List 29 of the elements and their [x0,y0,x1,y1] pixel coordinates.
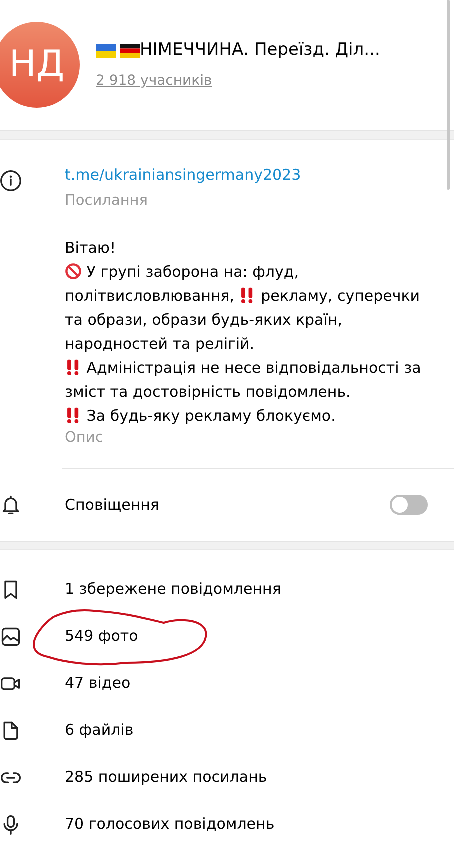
group-title: НІМЕЧЧИНА. Переїзд. Діл... [140,38,380,62]
description-text: політвисловлювання, [65,287,235,306]
description-caption: Опис [65,429,104,448]
group-avatar: НД [0,22,80,108]
image-icon [0,626,22,648]
notifications-label: Сповіщення [65,494,160,516]
germany-flag-icon [120,44,140,58]
media-count-item[interactable]: 285 поширених посилань [65,766,268,789]
media-count-item[interactable]: 549 фото [65,625,138,648]
group-link[interactable]: t.me/ukrainiansingermany2023 [65,164,422,186]
description-text: Адміністрація не несе відповідальності за [86,359,422,378]
media-count-item[interactable]: 6 файлів [65,719,134,742]
info-icon [0,170,22,192]
description-text: За будь-яку рекламу блокуємо. [86,407,336,426]
scrollbar[interactable] [447,0,450,190]
description-text: зміст та достовірність повідомлень. [65,383,351,402]
link-caption: Посилання [65,192,150,210]
notifications-toggle[interactable] [390,495,428,515]
bell-icon [0,494,22,516]
prohibited-icon [65,263,82,280]
description-text: народностей та релігій. [65,335,255,354]
description-text: У групі заборона на: флуд, [86,263,300,282]
media-count-item[interactable]: 1 збережене повідомлення [65,578,282,601]
description-text: рекламу, суперечки [261,287,420,306]
media-count-item[interactable]: 47 відео [65,672,131,695]
description-text: та образи, образи будь-яких країн, [65,311,342,330]
description-text: Вітаю! [65,239,116,258]
ukraine-flag-icon [96,44,116,58]
media-count-item[interactable]: 70 голосових повідомлень [65,813,275,836]
